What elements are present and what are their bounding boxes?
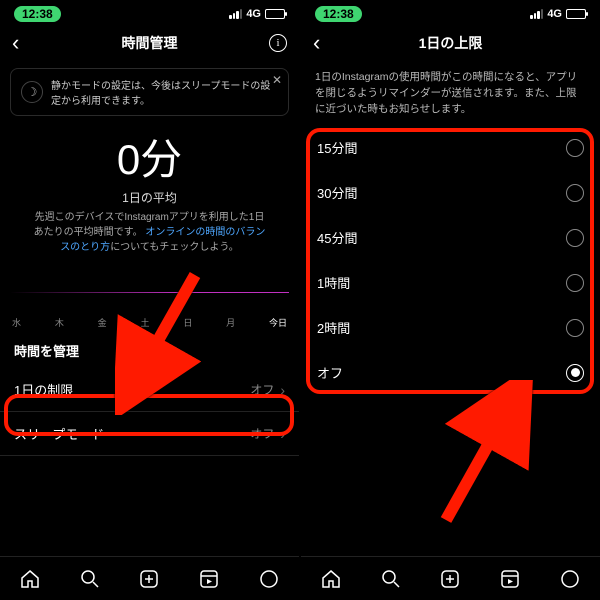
profile-tab-icon[interactable]	[560, 569, 580, 589]
info-banner: ☽ 静かモードの設定は、今後はスリープモードの設定から利用できます。 ✕	[10, 68, 289, 116]
phone-right: 12:38 4G ‹ 1日の上限 1日のInstagramの使用時間がこの時間に…	[301, 0, 600, 600]
page-title: 1日の上限	[419, 33, 483, 53]
chart-days: 水 木 金 土 日 月 今日	[10, 316, 289, 329]
back-button[interactable]: ‹	[12, 32, 19, 54]
network-label: 4G	[547, 8, 562, 20]
profile-tab-icon[interactable]	[259, 569, 279, 589]
signal-bars-icon	[229, 9, 242, 19]
home-tab-icon[interactable]	[20, 569, 40, 589]
nav-bar: ‹ 時間管理 i	[0, 24, 299, 62]
status-right: 4G	[530, 8, 586, 20]
chart-line	[10, 292, 289, 293]
description-text: 1日のInstagramの使用時間がこの時間になると、アプリを閉じるようリマイン…	[301, 62, 600, 125]
page-title: 時間管理	[122, 33, 178, 53]
annotation-highlight	[4, 394, 294, 436]
section-title-manage: 時間を管理	[0, 329, 299, 368]
average-description: 先週このデバイスでInstagramアプリを利用した1日あたりの平均時間です。 …	[0, 206, 299, 259]
average-label: 1日の平均	[0, 189, 299, 206]
status-time: 12:38	[14, 6, 61, 22]
reels-tab-icon[interactable]	[199, 569, 219, 589]
nav-bar: ‹ 1日の上限	[301, 24, 600, 62]
status-bar: 12:38 4G	[301, 0, 600, 24]
add-tab-icon[interactable]	[440, 569, 460, 589]
moon-icon: ☽	[21, 81, 43, 103]
phone-left: 12:38 4G ‹ 時間管理 i ☽ 静かモードの設定は、今後はスリープモード…	[0, 0, 299, 600]
reels-tab-icon[interactable]	[500, 569, 520, 589]
status-right: 4G	[229, 8, 285, 20]
annotation-highlight	[306, 128, 594, 394]
annotation-arrow	[431, 380, 551, 545]
tab-bar	[0, 556, 299, 600]
home-tab-icon[interactable]	[321, 569, 341, 589]
usage-chart: 水 木 金 土 日 月 今日	[10, 274, 289, 329]
battery-icon	[566, 9, 586, 19]
info-icon[interactable]: i	[269, 34, 287, 52]
usage-number: 0分	[0, 126, 299, 187]
status-bar: 12:38 4G	[0, 0, 299, 24]
search-tab-icon[interactable]	[80, 569, 100, 589]
banner-text: 静かモードの設定は、今後はスリープモードの設定から利用できます。	[51, 77, 278, 107]
search-tab-icon[interactable]	[381, 569, 401, 589]
tab-bar	[301, 556, 600, 600]
network-label: 4G	[246, 8, 261, 20]
close-icon[interactable]: ✕	[272, 73, 282, 87]
signal-bars-icon	[530, 9, 543, 19]
status-time: 12:38	[315, 6, 362, 22]
back-button[interactable]: ‹	[313, 32, 320, 54]
battery-icon	[265, 9, 285, 19]
add-tab-icon[interactable]	[139, 569, 159, 589]
